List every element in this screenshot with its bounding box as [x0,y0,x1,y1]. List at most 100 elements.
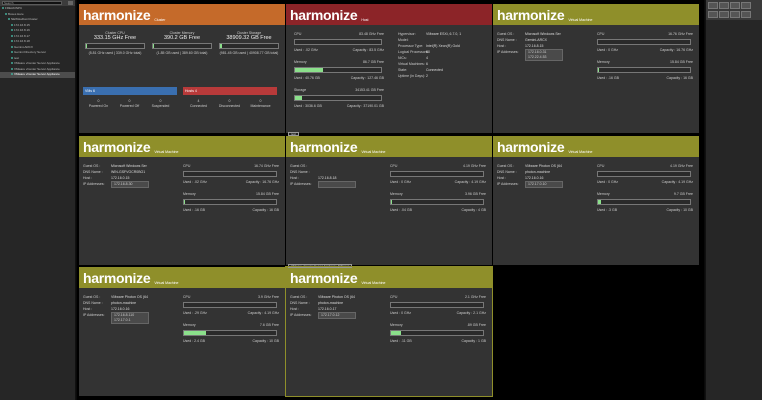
vm-ip-list[interactable]: 172.16.0.31 172.22.4.53 [525,49,563,61]
vm-ip-list[interactable]: 172.16.8.30 [111,181,149,188]
hosts-count: 4 [194,89,197,93]
tree-item[interactable]: VMware vCenter Server Appliance [0,72,75,78]
harmonize-logo: harmonize [497,139,565,155]
vm-cpu-free: 16.76 GHz Free [668,32,693,36]
dashboard-grid: harmonize Cluster Cluster CPU 333.15 GHz Fr… [77,0,704,400]
toolbar-button-2[interactable] [719,2,729,9]
vms-badge[interactable]: VMs 6 [83,87,177,95]
toolbar-button-1[interactable] [708,2,718,9]
host-tile: harmonize Host CPU 83.48 GHz Free Used : .02… [286,4,492,133]
vm-state: 0 Powered Off [114,99,145,109]
search-input[interactable]: Search [2,1,62,5]
tree-node-icon [11,67,13,70]
toolbar-button-5[interactable] [708,10,718,18]
tree-item-label: Boxes Here [8,11,24,16]
vm-cpu-label: CPU [183,164,191,168]
tile-body: Guest OS : Microsoft Windows Ser DNS Name … [79,157,285,265]
vm-memory-row: Memory 15.84 GB Free [597,59,693,65]
vm-metrics: CPU 2.1 GHz Free Used : 0 GHz Capacity : 2.… [390,294,486,344]
host-info: Hypervisor: VMware ESXi, 6.7.0, 1 Model: Pr… [398,31,488,79]
vm-ip-address: 172.17.0.10 [528,182,547,186]
vm-memory-bar-fill [598,68,599,72]
harmonize-logo: harmonize [497,7,565,23]
vm-cpu-used: Used : 0 GHz [390,180,412,184]
vm-memory-bar [390,199,484,205]
tree-item-label: 172.16.8.15 [14,22,30,27]
host-tile-tab-marker[interactable]: test [288,132,299,136]
tree-node-icon [11,73,13,76]
vm-ip-list[interactable]: 172.17.0.12 [318,312,356,319]
vm-memory-bar [390,330,484,336]
vm-memory-label: Memory [390,323,403,327]
vm-cpu-used: Used : 0 GHz [597,180,619,184]
vm-ip-address: 172.22.4.53 [528,55,547,59]
harmonize-logo: harmonize [290,7,358,23]
vm-memory-free: 15.84 GB Free [670,60,693,64]
vm-info: Guest OS : VMware Photon OS (64 DNS Name :… [497,163,593,188]
vm-memory-bar-fill [184,331,207,335]
sidebar: Search FREAKINPC Boxes Here NEWHaDomCluste… [0,0,76,400]
host-info-value: 2 [426,74,428,78]
vm-state-label: Suspended [151,104,170,108]
vm-memory-capacity: Capacity : 16 GB [252,208,279,212]
host-state: 0 Disconnected [214,99,245,109]
cluster-metric: Cluster CPU 333.15 GHz Free (5.81 GHz used… [83,31,147,56]
cluster-metric-free: 38909.32 GB Free [226,35,272,41]
cluster-tile: harmonize Cluster Cluster CPU 333.15 GHz Fr… [79,4,285,133]
vm-tile: harmonize Virtual Machine Guest OS : DNS Na… [286,136,492,265]
host-cpu-bar [294,39,382,45]
vm-tile: harmonize Virtual Machine Guest OS : VMware… [493,136,699,265]
toolbar-button-6[interactable] [719,10,729,18]
tile-body: Guest OS : VMware Photon OS (64 DNS Name :… [286,288,492,396]
vm-ip-list[interactable]: 172.17.0.10 [525,181,563,188]
cluster-metric-detail: (5.81 GHz used | 339.0 GHz total) [88,51,142,55]
hosts-badge[interactable]: Hosts 4 [183,87,277,95]
vm-memory-capacity: Capacity : 10 GB [666,208,693,212]
cluster-metric-detail: (981.45 GB used | 40908.77 GB total) [219,51,279,55]
host-state-label: Disconnected [218,104,241,108]
vm-cpu-capacity: Capacity : 2.1 GHz [456,311,486,315]
tree-item-label: VMware vCenter Server Appliance [14,66,60,71]
vm-cpu-row: CPU 16.76 GHz Free [597,31,693,37]
host-storage-capacity: Capacity : 37190.01 GB [346,104,384,108]
selected-tile-tab-marker[interactable]: VMware vCenter Server Appliance (Witness [288,264,353,268]
vm-memory-capacity: Capacity : 10 GB [252,339,279,343]
app-window: Search FREAKINPC Boxes Here NEWHaDomCluste… [0,0,762,400]
toolbar-button-7[interactable] [730,10,740,18]
host-storage-used: Used : 3036.6 GB [294,104,322,108]
harmonize-logo: harmonize [83,7,151,23]
toolbar-button-4[interactable] [741,2,751,9]
harmonize-logo: harmonize [290,270,358,286]
vm-memory-capacity: Capacity : 16 GB [666,76,693,80]
vm-memory-usage: Used : 2.4 GB Capacity : 10 GB [183,338,279,344]
vm-cpu-bar [390,171,484,177]
toolbar-button-8[interactable] [741,10,751,18]
tile-type-label: Virtual Machine [568,18,593,22]
vm-ip-list[interactable]: 172.16.8.110 172.17.0.1 [111,312,149,324]
tree-node-icon [11,40,13,43]
tile-type-label: Virtual Machine [154,281,179,285]
search-icon[interactable] [68,1,73,5]
host-cpu-capacity: Capacity : 83.5 GHz [352,48,384,52]
tree-node-icon [11,62,13,65]
tree-item-label: 172.16.8.16 [14,28,30,32]
tree-item-label: VMware vCenter Server Appliance [14,61,60,65]
vm-memory-capacity: Capacity : 4 GB [461,208,486,212]
vm-cpu-row: CPU 2.1 GHz Free [390,294,486,300]
vm-metrics: CPU 4.19 GHz Free Used : 0 GHz Capacity : 4… [597,163,693,213]
vm-memory-bar-fill [391,331,402,335]
tile-header: harmonize Virtual Machine [286,267,492,288]
vm-memory-bar-fill [391,200,392,204]
vm-memory-row: Memory 9.7 GB Free [597,191,693,197]
host-info-value: VMware ESXi, 6.7.0, 1 [426,32,462,36]
vm-cpu-free: 3.9 GHz Free [257,295,279,299]
host-storage-bar [294,95,382,101]
tile-type-label: Host [361,18,369,22]
vm-tile: harmonize Virtual Machine Guest OS : VMware… [79,267,285,396]
tree-item-label: FREAKINPC [5,6,23,10]
toolbar-button-3[interactable] [730,2,740,9]
vm-cpu-label: CPU [183,295,191,299]
host-metrics: CPU 83.48 GHz Free Used : .02 GHz Capacity … [294,31,384,115]
tree-item-label: 172.16.8.17 [14,33,30,38]
vm-ip-list[interactable] [318,181,356,188]
